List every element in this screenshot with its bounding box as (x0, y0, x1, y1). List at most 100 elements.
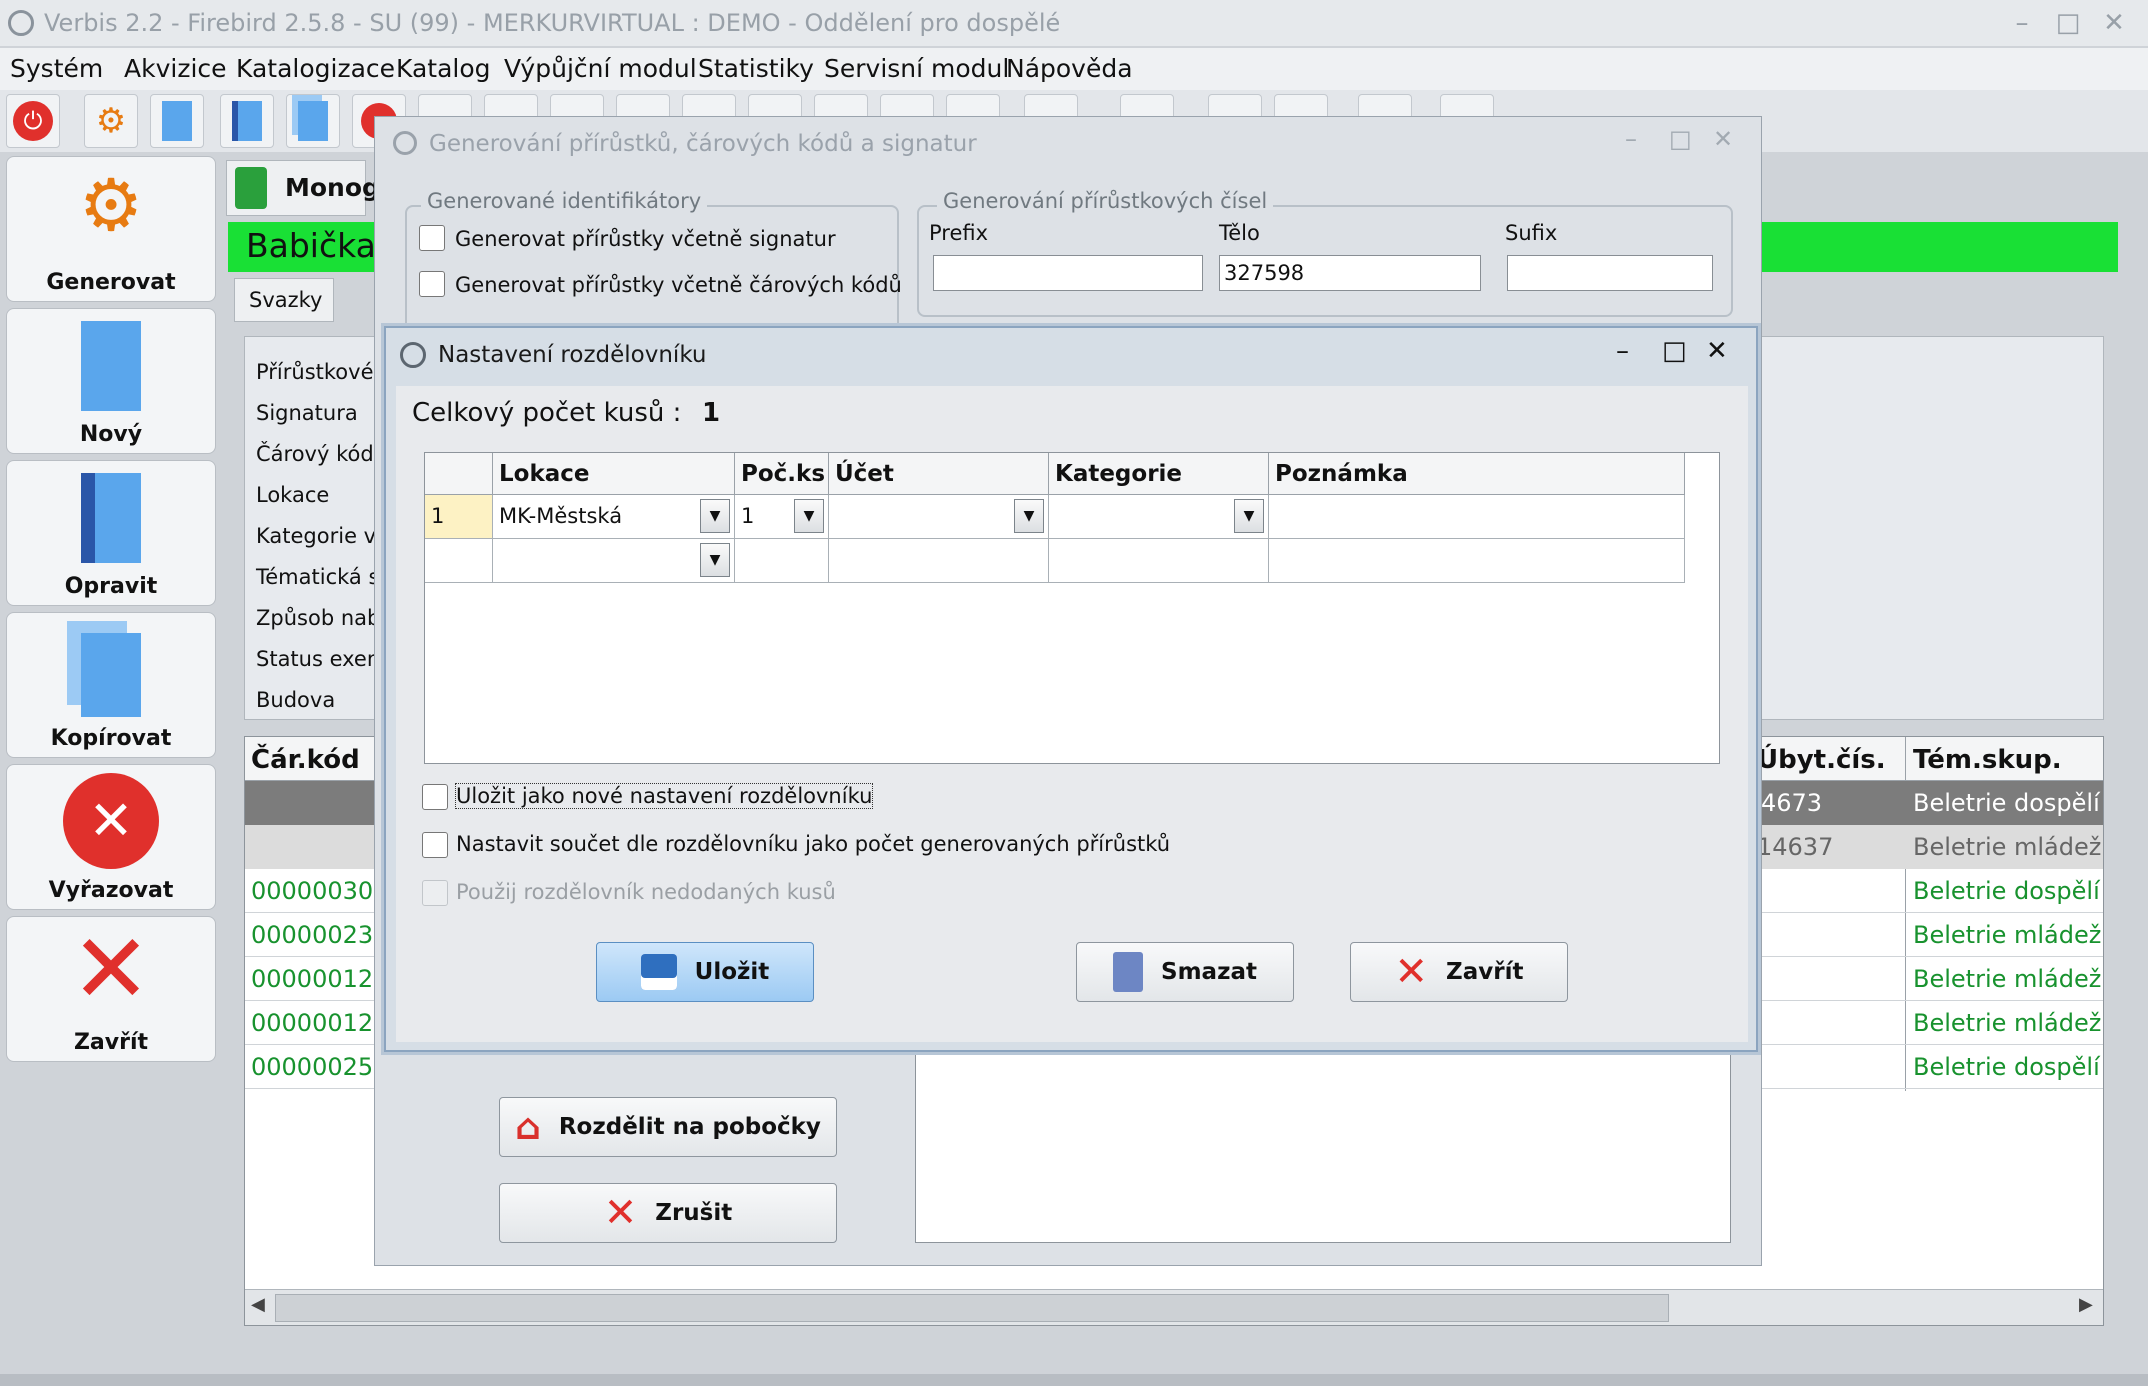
zavrit-button[interactable]: ✕ Zavřít (1350, 942, 1568, 1002)
close-x-icon: ✕ (70, 913, 152, 1025)
generate-output-area (915, 1053, 1731, 1243)
telo-input[interactable]: 327598 (1219, 255, 1481, 291)
ucet-cell[interactable]: ▼ (829, 495, 1049, 539)
chevron-down-icon[interactable]: ▼ (700, 543, 730, 577)
pocks-cell[interactable]: 1 ▼ (735, 495, 829, 539)
group-identifiers-label: Generované identifikátory (421, 189, 708, 213)
field-labels: Přírůstkové Signatura Čárový kód Lokace … (256, 352, 389, 721)
field-label: Status exem (256, 647, 388, 671)
novy-button[interactable]: Nový (6, 308, 216, 454)
field-label: Způsob nab (256, 606, 381, 630)
total-label: Celkový počet kusů : (412, 398, 682, 428)
minimize-icon[interactable]: – (2004, 6, 2040, 40)
gears-icon[interactable]: ⚙ (84, 94, 138, 148)
menu-katalog[interactable]: Katalog (396, 48, 491, 90)
tab-monog[interactable]: Monog (226, 160, 380, 216)
chk-pouzij-nedodanych[interactable] (422, 880, 448, 906)
chevron-down-icon[interactable]: ▼ (794, 499, 824, 533)
menu-servisni-modul[interactable]: Servisní modul (824, 48, 1009, 90)
col-index (425, 453, 493, 495)
new-document-icon[interactable] (150, 94, 204, 148)
maximize-icon[interactable]: □ (2050, 6, 2086, 40)
menu-system[interactable]: Systém (10, 48, 103, 90)
menu-statistiky[interactable]: Statistiky (698, 48, 814, 90)
col-kategorie: Kategorie (1049, 453, 1269, 495)
power-icon[interactable]: ⏻ (6, 94, 60, 148)
app-title-bar: Verbis 2.2 - Firebird 2.5.8 - SU (99) - … (0, 0, 2148, 46)
telo-label: Tělo (1219, 221, 1260, 245)
opravit-button[interactable]: Opravit (6, 460, 216, 606)
chk-nastavit-soucet[interactable] (422, 832, 448, 858)
kopirovat-button[interactable]: Kopírovat (6, 612, 216, 758)
prefix-label: Prefix (929, 221, 989, 245)
sufix-input[interactable] (1507, 255, 1713, 291)
chk-signatury[interactable] (419, 225, 445, 251)
row-index-cell[interactable] (425, 539, 493, 583)
record-title-bar: Babička (228, 222, 376, 272)
minimize-icon[interactable]: – (1616, 336, 1629, 366)
minimize-icon[interactable]: – (1625, 125, 1637, 153)
floppy-disk-icon (640, 954, 677, 990)
col-temskup: Tém.skup. (1913, 745, 2062, 775)
lokace-cell[interactable]: MK-Městská ▼ (493, 495, 735, 539)
ulozit-button[interactable]: Uložit (596, 942, 814, 1002)
menu-akvizice[interactable]: Akvizice (124, 48, 227, 90)
close-icon[interactable]: ✕ (1713, 125, 1733, 153)
chk-nastavit-soucet-label: Nastavit součet dle rozdělovníku jako po… (456, 832, 1171, 856)
rozdelovnik-body: Celkový počet kusů : 1 Lokace Poč.ks Úče… (396, 386, 1748, 1042)
chevron-down-icon[interactable]: ▼ (1014, 499, 1044, 533)
field-label: Čárový kód (256, 442, 374, 466)
close-icon[interactable]: ✕ (2096, 6, 2132, 40)
chevron-down-icon[interactable]: ▼ (700, 499, 730, 533)
group-prirustky-label: Generování přírůstkových čísel (937, 189, 1274, 213)
row-index-cell[interactable]: 1 (425, 495, 493, 539)
kategorie-cell[interactable] (1049, 539, 1269, 583)
col-poznamka: Poznámka (1269, 453, 1685, 495)
pocks-cell[interactable] (735, 539, 829, 583)
scroll-left-icon[interactable]: ◀ (251, 1294, 265, 1315)
zrusit-button[interactable]: ✕ Zrušit (499, 1183, 837, 1243)
col-carkod: Čár.kód (251, 745, 360, 775)
menu-vypujcni-modul[interactable]: Výpůjční modul (504, 48, 697, 90)
app-icon (400, 342, 426, 368)
col-pocks: Poč.ks (735, 453, 829, 495)
maximize-icon[interactable]: □ (1662, 336, 1687, 366)
menu-katalogizace[interactable]: Katalogizace (236, 48, 395, 90)
new-document-icon (81, 321, 141, 411)
scrollbar-thumb[interactable] (275, 1294, 1669, 1322)
menu-bar: Systém Akvizice Katalogizace Katalog Výp… (0, 48, 2148, 90)
scroll-right-icon[interactable]: ▶ (2079, 1294, 2093, 1315)
generovat-button[interactable]: ⚙ Generovat (6, 156, 216, 302)
chk-ulozit-nastaveni-label: Uložit jako nové nastavení rozdělovníku (454, 783, 874, 809)
app-title: Verbis 2.2 - Firebird 2.5.8 - SU (99) - … (44, 9, 1061, 37)
maximize-icon[interactable]: □ (1669, 125, 1692, 153)
status-bar (0, 1374, 2148, 1386)
lokace-cell[interactable]: ▼ (493, 539, 735, 583)
trash-icon (1113, 952, 1144, 992)
copy-document-icon (81, 633, 141, 717)
kategorie-cell[interactable]: ▼ (1049, 495, 1269, 539)
close-x-icon: ✕ (1394, 949, 1429, 995)
horizontal-scrollbar[interactable]: ◀ ▶ (245, 1289, 2103, 1325)
field-label: Lokace (256, 483, 330, 507)
chk-carove-kody[interactable] (419, 271, 445, 297)
close-icon[interactable]: ✕ (1706, 336, 1728, 366)
chevron-down-icon[interactable]: ▼ (1234, 499, 1264, 533)
ucet-cell[interactable] (829, 539, 1049, 583)
poznamka-cell[interactable] (1269, 495, 1685, 539)
zavrit-button[interactable]: ✕ Zavřít (6, 916, 216, 1062)
app-icon (393, 131, 417, 155)
edit-document-icon[interactable] (220, 94, 274, 148)
edit-document-icon (81, 473, 141, 563)
tab-svazky[interactable]: Svazky (234, 278, 334, 322)
col-ucet: Účet (829, 453, 1049, 495)
copy-document-icon[interactable] (286, 94, 340, 148)
chk-ulozit-nastaveni[interactable] (422, 784, 448, 810)
vyrazovat-button[interactable]: ✕ Vyřazovat (6, 764, 216, 910)
sidebar: ⚙ Generovat Nový Opravit Kopírovat ✕ Vyř… (0, 152, 222, 1386)
prefix-input[interactable] (933, 255, 1203, 291)
menu-napoveda[interactable]: Nápověda (1006, 48, 1133, 90)
rozdelit-button[interactable]: ⌂ Rozdělit na pobočky (499, 1097, 837, 1157)
smazat-button[interactable]: Smazat (1076, 942, 1294, 1002)
poznamka-cell[interactable] (1269, 539, 1685, 583)
